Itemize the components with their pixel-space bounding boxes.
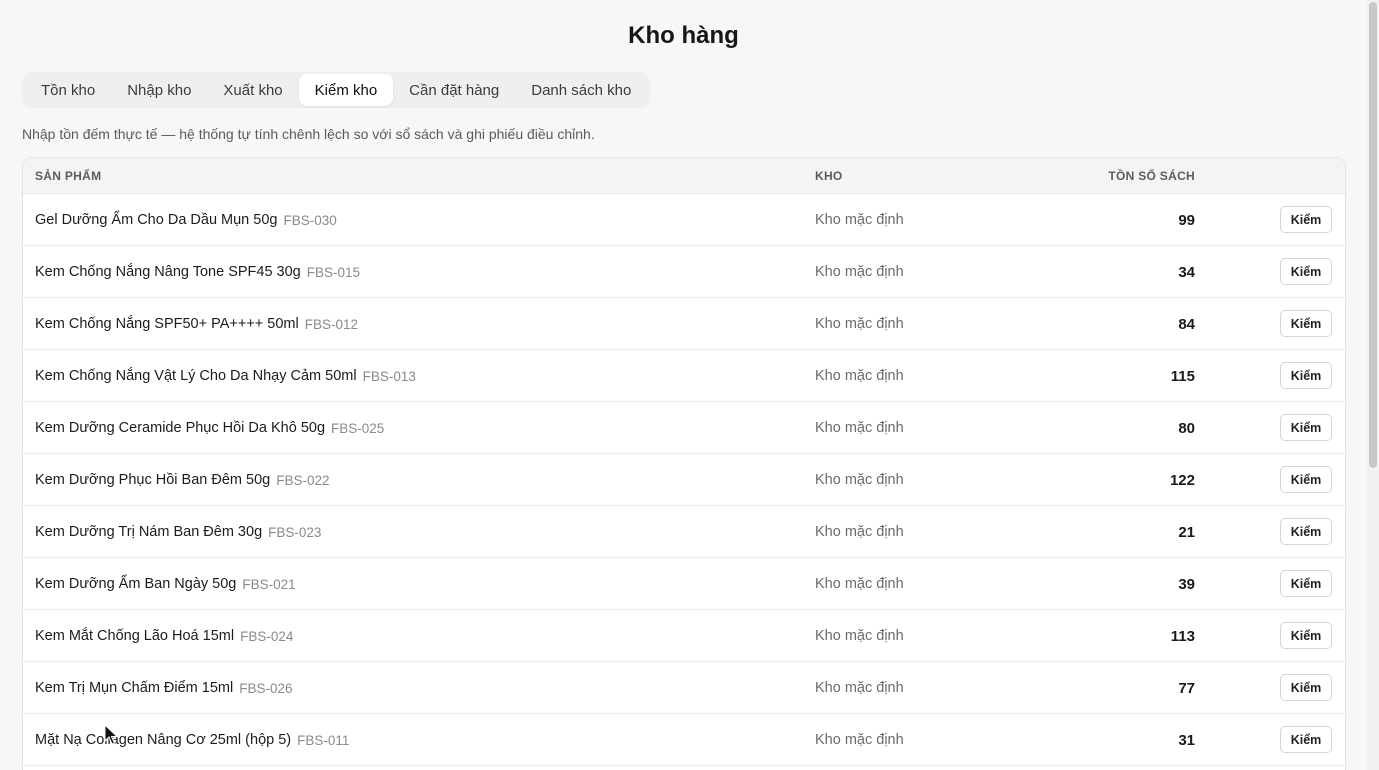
page-scrollbar[interactable] bbox=[1367, 0, 1379, 770]
tab-bar: Tồn kho Nhập kho Xuất kho Kiểm kho Cần đ… bbox=[22, 72, 651, 108]
tab-xuat-kho[interactable]: Xuất kho bbox=[207, 74, 298, 106]
product-name: Kem Dưỡng Phục Hồi Ban Đêm 50g bbox=[35, 472, 271, 488]
product-name: Kem Chống Nắng Vật Lý Cho Da Nhạy Cảm 50… bbox=[35, 368, 357, 384]
check-button[interactable]: Kiểm bbox=[1280, 726, 1332, 753]
check-button[interactable]: Kiểm bbox=[1280, 362, 1332, 389]
product-sku: FBS-015 bbox=[306, 264, 361, 280]
product-name: Kem Dưỡng Ceramide Phục Hồi Da Khô 50g bbox=[35, 420, 326, 436]
warehouse-cell: Kho mặc định bbox=[815, 524, 904, 540]
product-name: Gel Dưỡng Ẩm Cho Da Dầu Mụn 50g bbox=[35, 212, 278, 228]
product-sku: FBS-024 bbox=[240, 628, 294, 644]
tab-can-dat-hang[interactable]: Cần đặt hàng bbox=[393, 74, 515, 106]
product-sku: FBS-023 bbox=[268, 524, 322, 540]
check-button[interactable]: Kiểm bbox=[1280, 466, 1332, 493]
product-cell: Kem Mắt Chống Lão Hoá 15ml FBS-024 bbox=[35, 610, 293, 662]
header-book-qty: TỒN SỔ SÁCH bbox=[1108, 168, 1195, 183]
scrollbar-thumb[interactable] bbox=[1369, 2, 1377, 468]
book-qty-cell: 122 bbox=[1169, 471, 1195, 489]
book-qty-cell: 99 bbox=[1178, 211, 1195, 229]
product-cell: Kem Trị Mụn Chấm Điểm 15ml FBS-026 bbox=[35, 662, 293, 714]
check-button[interactable]: Kiểm bbox=[1280, 206, 1332, 233]
table-row: Kem Dưỡng Ceramide Phục Hồi Da Khô 50g FB… bbox=[23, 402, 1345, 454]
book-qty-cell: 31 bbox=[1178, 731, 1195, 749]
book-qty-cell: 21 bbox=[1178, 523, 1195, 541]
check-button[interactable]: Kiểm bbox=[1280, 674, 1332, 701]
product-name: Kem Chống Nắng SPF50+ PA++++ 50ml bbox=[35, 316, 299, 332]
tab-ton-kho[interactable]: Tồn kho bbox=[25, 74, 111, 106]
table-row: Kem Dưỡng Phục Hồi Ban Đêm 50g FBS-022 Kho… bbox=[23, 454, 1345, 506]
table-row: Kem Trị Mụn Chấm Điểm 15ml FBS-026 Kho mặc… bbox=[23, 662, 1345, 714]
page-title: Kho hàng bbox=[628, 22, 739, 49]
check-button[interactable]: Kiểm bbox=[1280, 622, 1332, 649]
product-cell: Gel Dưỡng Ẩm Cho Da Dầu Mụn 50g FBS-030 bbox=[35, 194, 337, 246]
warehouse-cell: Kho mặc định bbox=[815, 212, 904, 228]
product-cell: Kem Dưỡng Trị Nám Ban Đêm 30g FBS-023 bbox=[35, 506, 321, 558]
book-qty-cell: 84 bbox=[1178, 315, 1195, 333]
product-cell: Mặt Nạ Collagen Nâng Cơ 25ml (hộp 5) FBS-… bbox=[35, 714, 349, 766]
warehouse-cell: Kho mặc định bbox=[815, 628, 904, 644]
tab-danh-sach-kho[interactable]: Danh sách kho bbox=[515, 74, 647, 106]
stock-count-table: SẢN PHẨM KHO TỒN SỔ SÁCH Gel Dưỡng Ẩm Ch… bbox=[22, 157, 1346, 770]
tab-nhap-kho[interactable]: Nhập kho bbox=[111, 74, 207, 106]
product-sku: FBS-026 bbox=[239, 680, 293, 696]
instruction-text: Nhập tồn đếm thực tế — hệ thống tự tính … bbox=[22, 126, 595, 142]
product-sku: FBS-013 bbox=[362, 368, 416, 384]
product-name: Kem Mắt Chống Lão Hoá 15ml bbox=[35, 628, 235, 644]
inventory-page: Kho hàng Tồn kho Nhập kho Xuất kho Kiểm … bbox=[0, 0, 1379, 770]
table-row: Kem Dưỡng Ẩm Ban Ngày 50g FBS-021 Kho mặc … bbox=[23, 558, 1345, 610]
product-cell: Kem Chống Nắng SPF50+ PA++++ 50ml FBS-012 bbox=[35, 298, 358, 350]
product-sku: FBS-012 bbox=[304, 316, 358, 332]
product-name: Kem Chống Nắng Nâng Tone SPF45 30g bbox=[35, 264, 301, 280]
table-row: Kem Dưỡng Trị Nám Ban Đêm 30g FBS-023 Kho … bbox=[23, 506, 1345, 558]
product-sku: FBS-030 bbox=[283, 212, 337, 228]
warehouse-cell: Kho mặc định bbox=[815, 732, 904, 748]
check-button[interactable]: Kiểm bbox=[1280, 570, 1332, 597]
product-cell: Kem Dưỡng Phục Hồi Ban Đêm 50g FBS-022 bbox=[35, 454, 330, 506]
book-qty-cell: 80 bbox=[1178, 419, 1195, 437]
table-row: Kem Chống Nắng Nâng Tone SPF45 30g FBS-01… bbox=[23, 246, 1345, 298]
book-qty-cell: 115 bbox=[1170, 367, 1195, 385]
header-product: SẢN PHẨM bbox=[35, 168, 102, 183]
warehouse-cell: Kho mặc định bbox=[815, 264, 904, 280]
table-row: Kem Chống Nắng SPF50+ PA++++ 50ml FBS-012… bbox=[23, 298, 1345, 350]
check-button[interactable]: Kiểm bbox=[1280, 310, 1332, 337]
warehouse-cell: Kho mặc định bbox=[815, 316, 904, 332]
product-cell: Kem Dưỡng Ẩm Ban Ngày 50g FBS-021 bbox=[35, 558, 296, 610]
warehouse-cell: Kho mặc định bbox=[815, 680, 904, 696]
warehouse-cell: Kho mặc định bbox=[815, 420, 904, 436]
product-cell: Kem Chống Nắng Vật Lý Cho Da Nhạy Cảm 50… bbox=[35, 350, 416, 402]
table-row: Kem Mắt Chống Lão Hoá 15ml FBS-024 Kho mặc… bbox=[23, 610, 1345, 662]
book-qty-cell: 39 bbox=[1178, 575, 1195, 593]
book-qty-cell: 34 bbox=[1178, 263, 1195, 281]
book-qty-cell: 77 bbox=[1178, 679, 1195, 697]
warehouse-cell: Kho mặc định bbox=[815, 368, 904, 384]
book-qty-cell: 113 bbox=[1170, 627, 1195, 645]
product-name: Kem Dưỡng Ẩm Ban Ngày 50g bbox=[35, 576, 237, 592]
product-name: Kem Trị Mụn Chấm Điểm 15ml bbox=[35, 680, 234, 696]
check-button[interactable]: Kiểm bbox=[1280, 518, 1332, 545]
table-row: Mặt Nạ Collagen Nâng Cơ 25ml (hộp 5) FBS-… bbox=[23, 714, 1345, 766]
product-name: Mặt Nạ Collagen Nâng Cơ 25ml (hộp 5) bbox=[35, 732, 292, 748]
table-header: SẢN PHẨM KHO TỒN SỔ SÁCH bbox=[23, 158, 1345, 194]
check-button[interactable]: Kiểm bbox=[1280, 258, 1332, 285]
product-sku: FBS-022 bbox=[276, 472, 330, 488]
product-cell: Kem Chống Nắng Nâng Tone SPF45 30g FBS-01… bbox=[35, 246, 360, 298]
warehouse-cell: Kho mặc định bbox=[815, 576, 904, 592]
product-sku: FBS-011 bbox=[297, 732, 350, 748]
table-row: Kem Chống Nắng Vật Lý Cho Da Nhạy Cảm 50… bbox=[23, 350, 1345, 402]
table-body: Gel Dưỡng Ẩm Cho Da Dầu Mụn 50g FBS-030 Kh… bbox=[23, 194, 1345, 766]
product-name: Kem Dưỡng Trị Nám Ban Đêm 30g bbox=[35, 524, 263, 540]
header-warehouse: KHO bbox=[815, 168, 843, 183]
check-button[interactable]: Kiểm bbox=[1280, 414, 1332, 441]
tab-kiem-kho[interactable]: Kiểm kho bbox=[298, 74, 394, 106]
table-row: Gel Dưỡng Ẩm Cho Da Dầu Mụn 50g FBS-030 Kh… bbox=[23, 194, 1345, 246]
product-sku: FBS-021 bbox=[242, 576, 296, 592]
product-sku: FBS-025 bbox=[331, 420, 385, 436]
product-cell: Kem Dưỡng Ceramide Phục Hồi Da Khô 50g FB… bbox=[35, 402, 384, 454]
warehouse-cell: Kho mặc định bbox=[815, 472, 904, 488]
